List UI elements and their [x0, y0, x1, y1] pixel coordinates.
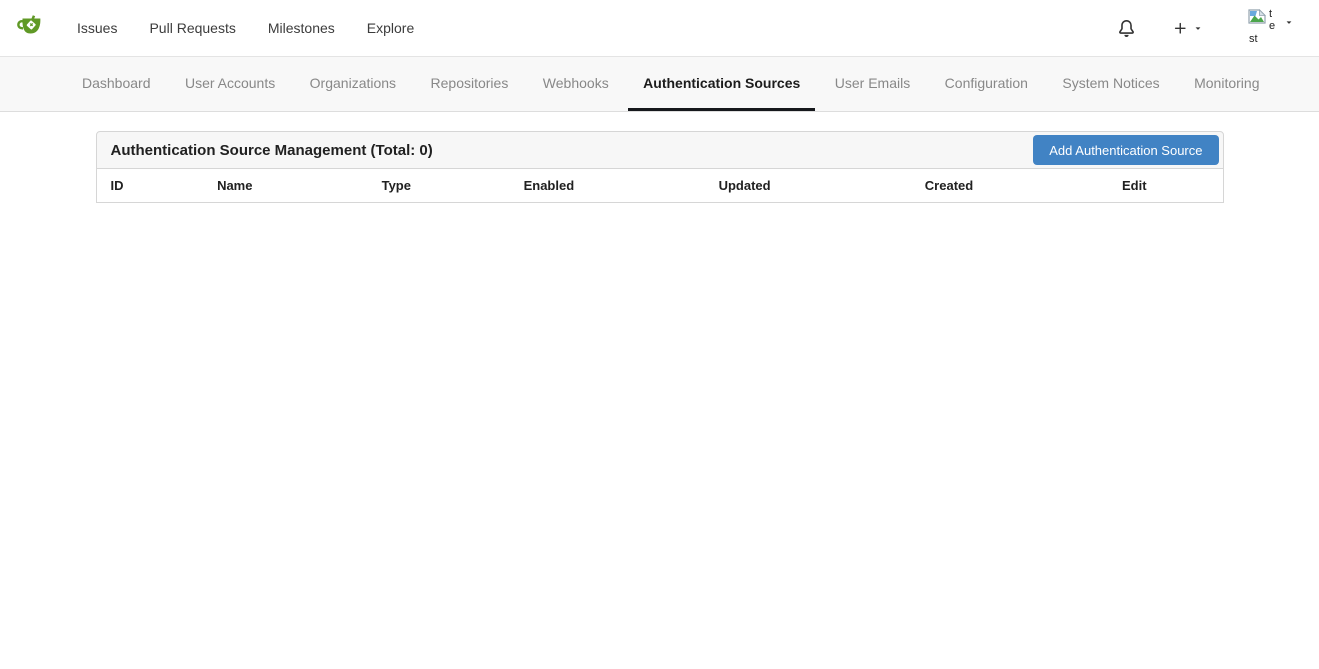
nav-pull-requests[interactable]: Pull Requests [133, 0, 251, 56]
column-header-id: ID [96, 169, 203, 203]
create-new-button[interactable] [1161, 21, 1215, 36]
top-navbar: Issues Pull Requests Milestones Explore [0, 0, 1319, 56]
tab-configuration[interactable]: Configuration [930, 57, 1043, 111]
chevron-down-icon [1193, 23, 1203, 33]
admin-content: Authentication Source Management (Total:… [0, 112, 1319, 203]
broken-image-icon [1248, 9, 1266, 24]
tab-dashboard[interactable]: Dashboard [67, 57, 166, 111]
column-header-updated: Updated [705, 169, 911, 203]
column-header-enabled: Enabled [510, 169, 705, 203]
tab-organizations[interactable]: Organizations [295, 57, 411, 111]
panel-header: Authentication Source Management (Total:… [96, 131, 1224, 169]
column-header-name: Name [203, 169, 368, 203]
chevron-down-icon [1284, 14, 1294, 32]
page-title: Authentication Source Management (Total:… [111, 142, 433, 159]
column-header-edit: Edit [1108, 169, 1223, 203]
nav-explore[interactable]: Explore [351, 0, 430, 56]
tab-webhooks[interactable]: Webhooks [528, 57, 624, 111]
tab-user-emails[interactable]: User Emails [820, 57, 925, 111]
column-header-created: Created [911, 169, 1108, 203]
avatar-alt-fragment: t [1269, 8, 1272, 20]
avatar-alt-fragment: e [1269, 20, 1275, 32]
notifications-button[interactable] [1106, 20, 1147, 37]
add-authentication-source-button[interactable]: Add Authentication Source [1033, 135, 1218, 165]
gitea-logo[interactable] [15, 11, 45, 46]
bell-icon [1118, 20, 1135, 37]
auth-sources-table: ID Name Type Enabled Updated Created Edi… [96, 169, 1224, 203]
nav-issues[interactable]: Issues [61, 0, 133, 56]
table-header-row: ID Name Type Enabled Updated Created Edi… [96, 169, 1223, 203]
column-header-type: Type [368, 169, 510, 203]
tab-user-accounts[interactable]: User Accounts [170, 57, 290, 111]
teacup-logo-icon [15, 11, 45, 46]
auth-source-panel: Authentication Source Management (Total:… [96, 131, 1224, 203]
avatar: t e st [1247, 8, 1279, 48]
user-menu[interactable]: t e st [1247, 8, 1294, 48]
navbar-right: t e st [1106, 8, 1294, 48]
plus-icon [1173, 21, 1188, 36]
tab-monitoring[interactable]: Monitoring [1179, 57, 1274, 111]
avatar-alt-fragment: st [1249, 33, 1258, 45]
tab-repositories[interactable]: Repositories [416, 57, 524, 111]
nav-milestones[interactable]: Milestones [252, 0, 351, 56]
tab-authentication-sources[interactable]: Authentication Sources [628, 57, 815, 111]
tab-system-notices[interactable]: System Notices [1047, 57, 1174, 111]
admin-tabbar: Dashboard User Accounts Organizations Re… [0, 56, 1319, 112]
